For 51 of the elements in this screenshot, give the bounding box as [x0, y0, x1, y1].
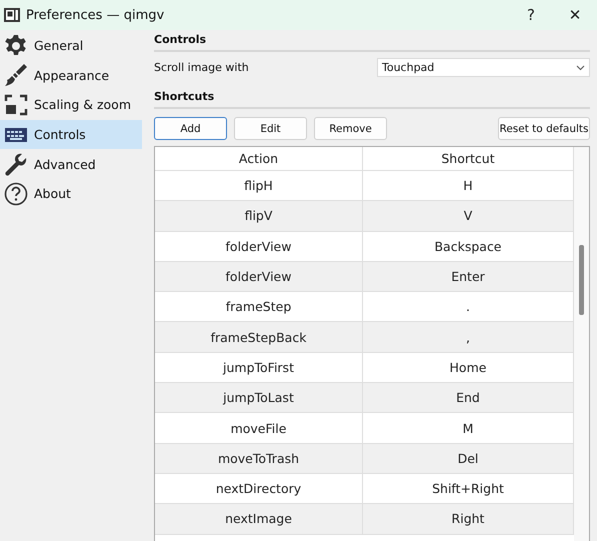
- section-title: Controls: [154, 32, 590, 52]
- table-cell: frameStep: [155, 292, 363, 322]
- table-cell: .: [363, 292, 574, 322]
- sidebar-item[interactable]: General: [0, 31, 142, 61]
- sidebar-item[interactable]: Appearance: [0, 60, 142, 90]
- toolbar-button[interactable]: Edit: [234, 117, 307, 140]
- sidebar-item[interactable]: Advanced: [0, 149, 142, 179]
- table-cell: Backspace: [363, 232, 574, 262]
- table-cell: ,: [363, 322, 574, 353]
- chevron-down-icon: [576, 64, 585, 70]
- wrench-icon: [4, 152, 28, 176]
- sidebar-item[interactable]: Controls: [0, 120, 142, 150]
- app-icon: [4, 8, 20, 22]
- table-cell: jumpToFirst: [155, 352, 363, 384]
- section-title: Shortcuts: [154, 89, 590, 109]
- table-cell: flipV: [155, 201, 363, 232]
- help-button[interactable]: ?: [509, 0, 553, 30]
- table-cell: folderView: [155, 262, 363, 292]
- column-header[interactable]: Shortcut: [363, 147, 574, 171]
- table-cell: Right: [363, 504, 574, 535]
- field-label: Scroll image with: [154, 61, 249, 74]
- table-cell: Home: [363, 352, 574, 384]
- table-cell: nextImage: [155, 504, 363, 535]
- table-cell: Del: [363, 444, 574, 474]
- scale-icon: [4, 92, 28, 117]
- table-cell: flipH: [155, 171, 363, 202]
- table-cell: Enter: [363, 262, 574, 292]
- scroll-dropdown[interactable]: Touchpad: [377, 58, 590, 77]
- close-button[interactable]: ✕: [553, 0, 597, 30]
- reset-button[interactable]: Reset to defaults: [498, 117, 590, 140]
- table-cell: moveToTrash: [155, 444, 363, 474]
- table-cell: Shift+Right: [363, 474, 574, 504]
- window-title: Preferences — qimgv: [26, 8, 166, 22]
- table-cell: H: [363, 171, 574, 202]
- table-cell: End: [363, 383, 574, 414]
- table-cell: frameStepBack: [155, 322, 363, 353]
- table-cell: V: [363, 201, 574, 232]
- table-cell: M: [363, 413, 574, 444]
- scrollbar-thumb[interactable]: [579, 245, 584, 315]
- brush-icon: [4, 63, 28, 88]
- table-cell: folderView: [155, 232, 363, 262]
- table-cell: moveFile: [155, 413, 363, 444]
- sidebar-item[interactable]: About: [0, 178, 142, 209]
- toolbar-button[interactable]: Add: [154, 117, 227, 140]
- table-cell: jumpToLast: [155, 383, 363, 414]
- table-cell: nextDirectory: [155, 474, 363, 504]
- column-header[interactable]: Action: [155, 147, 363, 171]
- sidebar-item[interactable]: Scaling & zoom: [0, 90, 142, 120]
- help-icon: [4, 182, 28, 206]
- gear-icon: [4, 34, 28, 58]
- toolbar-button[interactable]: Remove: [314, 117, 387, 140]
